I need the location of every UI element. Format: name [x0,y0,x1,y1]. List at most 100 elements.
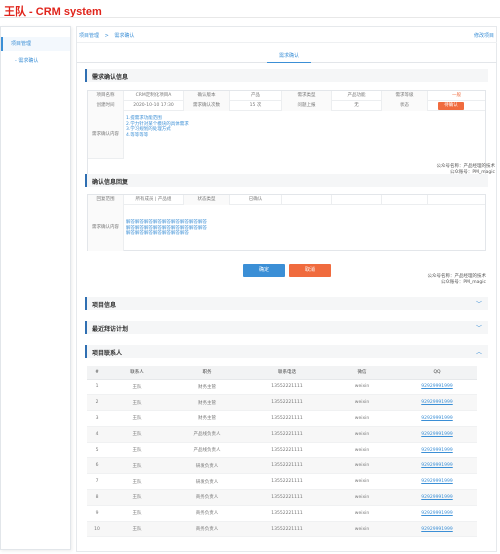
cell-wechat: weixin [327,394,397,412]
col-wechat: 微信 [327,366,397,380]
cell-index: 3 [87,410,107,427]
value-version: 产品 [230,91,282,101]
cell-contact: 王队 [107,457,167,475]
table-row: 7 王队 研发负责人 13552221111 weixin 92929991999 [87,473,477,491]
cell-qq[interactable]: 92929991999 [397,505,477,522]
cell-index: 6 [87,457,107,475]
cell-phone: 13552221111 [247,426,327,443]
chevron-down-icon[interactable]: ﹀ [476,323,482,332]
reply-content-text[interactable]: 解答解答解答解答解答解答解答解答解答 解答解答解答解答解答解答解答解答解答 解答… [126,220,207,237]
content-line: 4.等等等等 [126,132,149,138]
cell-wechat: weixin [327,489,397,506]
cell-index: 4 [87,426,107,443]
cell-qq[interactable]: 92929991999 [397,521,477,538]
section-title: 确认信息回复 [92,179,129,186]
table-row: 5 王队 产品线负责人 13552221111 weixin 92929991999 [87,442,477,459]
tab-bar: 需求确认 [77,51,497,63]
cell-position: 产品线负责人 [167,442,247,459]
breadcrumb-separator: > [104,33,109,39]
confirm-row-1: 项目名称 CRM定制化项目A 确认版本 产品 需求类型 产品功能 需求等级 一般 [88,91,485,101]
reply-signature: 公众号名称：产品经理的技术 公众账号：PM_magic [428,274,487,286]
empty-cell [282,195,332,205]
cell-contact: 王队 [107,410,167,427]
cell-position: 商务负责人 [167,489,247,506]
cell-phone: 13552221111 [247,457,327,475]
value-reply-scope[interactable]: 所有成员 | 产品组 [124,195,184,205]
cell-contact: 王队 [107,489,167,506]
cancel-button[interactable]: 取消 [289,264,331,277]
contacts-table-body: 1 王队 财务主管 13552221111 weixin 92929991999 2 王队 财务… [87,379,477,538]
cell-wechat: weixin [327,521,397,538]
cell-position: 财务主管 [167,394,247,412]
cell-phone: 13552221111 [247,505,327,522]
cell-qq[interactable]: 92929991999 [397,426,477,443]
value-project-name: CRM定制化项目A [124,91,184,101]
tab-requirement-confirm[interactable]: 需求确认 [267,51,311,63]
label-create-time: 创建时间 [88,101,124,111]
cell-contact: 王队 [107,521,167,538]
cell-qq[interactable]: 92929991999 [397,394,477,412]
cell-contact: 王队 [107,442,167,459]
table-row: 4 王队 产品线负责人 13552221111 weixin 92929991999 [87,426,477,443]
cell-contact: 王队 [107,394,167,412]
cell-wechat: weixin [327,410,397,427]
cell-contact: 王队 [107,426,167,443]
sidebar: 项目管理 - 需求确认 [0,26,71,550]
value-issue-report: 无 [332,101,382,111]
cell-wechat: weixin [327,505,397,522]
cell-phone: 13552221111 [247,521,327,538]
cell-index: 8 [87,489,107,506]
confirm-info-box: 项目名称 CRM定制化项目A 确认版本 产品 需求类型 产品功能 需求等级 一般… [87,90,495,187]
confirm-button[interactable]: 确定 [243,264,285,277]
section-title: 项目信息 [92,302,117,309]
status-pending-button[interactable]: 待确认 [438,102,464,110]
cell-position: 财务主管 [167,379,247,396]
table-row: 3 王队 财务主管 13552221111 weixin 92929991999 [87,410,477,427]
col-qq: QQ [397,366,477,380]
section-visit-plan-header[interactable]: 最近拜访计划 ﹀ [85,321,488,334]
section-title: 需求确认信息 [92,74,129,81]
cell-wechat: weixin [327,426,397,443]
label-version: 确认版本 [184,91,230,101]
cell-qq[interactable]: 92929991999 [397,473,477,491]
cell-phone: 13552221111 [247,442,327,459]
confirm-row-2: 创建时间 2020-10-10 17:30 需求确认次数 15 次 问题上报 无… [88,101,485,111]
label-status: 状态 [382,101,428,111]
cell-index: 10 [87,521,107,538]
section-project-info-header[interactable]: 项目信息 ﹀ [85,297,488,310]
breadcrumb-project-management[interactable]: 项目管理 [79,33,99,39]
empty-cell [332,195,382,205]
cell-phone: 13552221111 [247,410,327,427]
value-status-type[interactable]: 已确认 [230,195,282,205]
label-confirm-content: 需求确认内容 [88,111,124,159]
chevron-up-icon[interactable]: ︿ [476,347,482,356]
edit-project-link[interactable]: 修改项目 [474,32,494,39]
value-create-time: 2020-10-10 17:30 [124,101,184,111]
cell-qq[interactable]: 92929991999 [397,410,477,427]
sidebar-item-project-management[interactable]: 项目管理 [1,37,70,51]
value-req-type: 产品功能 [332,91,382,101]
table-header-row: # 联系人 职务 联系电话 微信 QQ [87,366,477,380]
cell-qq[interactable]: 92929991999 [397,489,477,506]
reply-row-1: 回复范围 所有成员 | 产品组 状态类型 已确认 [88,195,485,205]
table-row: 10 王队 商务负责人 13552221111 weixin 92929991999 [87,521,477,538]
label-issue-report: 问题上报 [282,101,332,111]
label-confirm-count: 需求确认次数 [184,101,230,111]
breadcrumb-current: 需求确认 [114,33,135,39]
cell-index: 1 [87,379,107,396]
label-reply-scope: 回复范围 [88,195,124,205]
cell-index: 2 [87,394,107,412]
section-contacts-header[interactable]: 项目联系人 ︿ [85,345,488,358]
cell-position: 商务负责人 [167,505,247,522]
chevron-down-icon[interactable]: ﹀ [476,299,482,308]
cell-qq[interactable]: 92929991999 [397,442,477,459]
sidebar-item-requirement-confirm[interactable]: - 需求确认 [1,54,70,68]
cell-index: 9 [87,505,107,522]
reply-info-box: 回复范围 所有成员 | 产品组 状态类型 已确认 需求确认内容 解答解答解答解答… [87,194,486,251]
cell-position: 产品线负责人 [167,426,247,443]
cell-phone: 13552221111 [247,489,327,506]
cell-wechat: weixin [327,457,397,475]
label-project-name: 项目名称 [88,91,124,101]
cell-qq[interactable]: 92929991999 [397,379,477,396]
cell-qq[interactable]: 92929991999 [397,457,477,475]
